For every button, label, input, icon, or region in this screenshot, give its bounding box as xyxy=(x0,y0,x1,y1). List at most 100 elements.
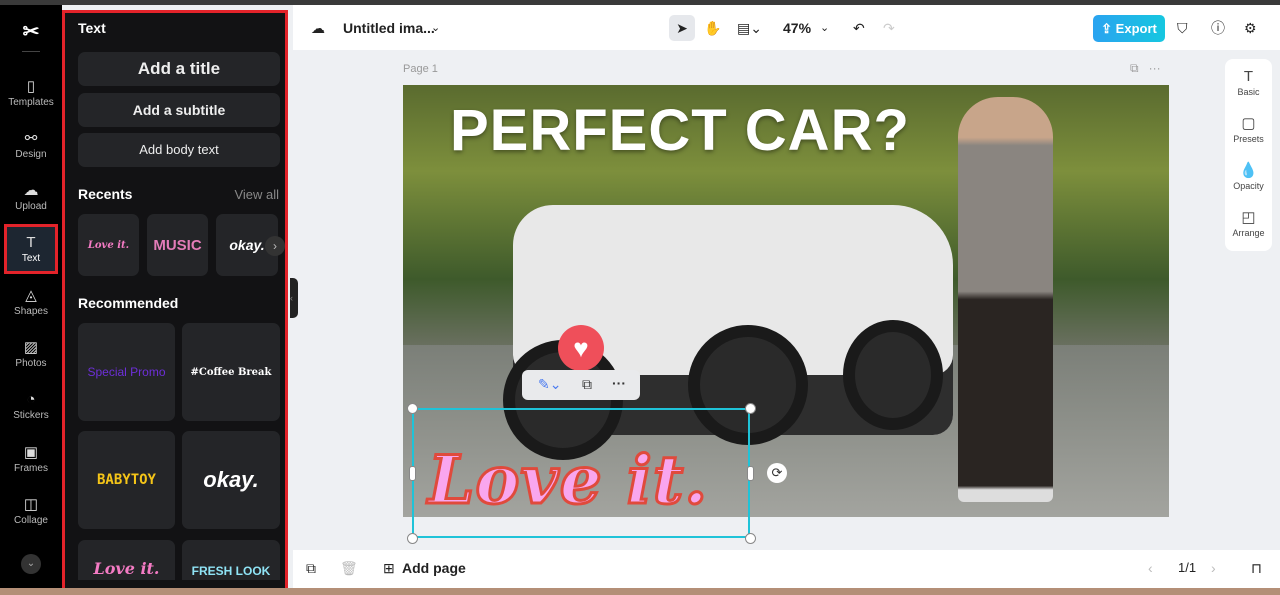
upload-icon: ☁ xyxy=(23,182,39,199)
rail-label: Frames xyxy=(14,463,48,474)
chevron-down-icon[interactable]: ⌄ xyxy=(431,15,440,41)
frames-icon: ▣ xyxy=(23,444,39,461)
duplicate-page-icon[interactable]: ⧉ xyxy=(1130,61,1139,75)
resize-handle[interactable] xyxy=(745,533,756,544)
rail-label: Collage xyxy=(14,515,48,526)
settings-icon[interactable]: ⚙ xyxy=(1244,15,1257,41)
collage-icon: ◫ xyxy=(23,496,39,513)
layout-icon[interactable]: ▤⌄ xyxy=(737,15,762,41)
heart-icon[interactable]: ♥ xyxy=(558,325,604,371)
label: Arrange xyxy=(1232,228,1265,238)
more-icon[interactable]: ··· xyxy=(612,375,626,391)
taskbar-strip xyxy=(0,588,1280,595)
rail-label: Text xyxy=(21,253,41,264)
recommended-item[interactable]: FRESH LOOK xyxy=(182,540,280,580)
add-page-button[interactable]: Add page xyxy=(402,559,466,577)
presets-button[interactable]: ▢ Presets xyxy=(1225,114,1272,144)
rail-item-templates[interactable]: ▯ Templates xyxy=(4,71,58,119)
view-all-link[interactable]: View all xyxy=(234,187,279,202)
hand-tool-icon[interactable]: ✋ xyxy=(704,15,721,41)
headline-text[interactable]: PERFECT CAR? xyxy=(450,97,910,164)
add-page-icon[interactable]: ⊞ xyxy=(383,559,395,577)
selection-box[interactable] xyxy=(412,408,750,538)
opacity-button[interactable]: 💧 Opacity xyxy=(1225,161,1272,191)
chevron-down-icon[interactable]: ⌄ xyxy=(820,15,829,41)
rail-item-design[interactable]: ⚯ Design xyxy=(4,123,58,171)
rail-item-shapes[interactable]: ◬ Shapes xyxy=(4,280,58,328)
recommended-heading: Recommended xyxy=(78,295,179,311)
left-rail: ✂ ▯ Templates ⚯ Design ☁ Upload T Text ◬ Shap… xyxy=(0,5,62,588)
resize-handle[interactable] xyxy=(409,466,416,481)
top-toolbar: ☁ Untitled ima... ⌄ ➤ ✋ ▤⌄ 47% ⌄ ↶ ↷ ⇪ E… xyxy=(293,5,1280,50)
rail-item-collage[interactable]: ◫ Collage xyxy=(4,489,58,537)
basic-button[interactable]: T Basic xyxy=(1225,67,1272,97)
resize-handle[interactable] xyxy=(407,403,418,414)
shapes-icon: ◬ xyxy=(25,287,37,304)
label: Basic xyxy=(1237,87,1260,97)
design-icon: ⚯ xyxy=(24,130,38,147)
resize-handle[interactable] xyxy=(407,533,418,544)
undo-icon[interactable]: ↶ xyxy=(853,15,865,41)
rail-label: Design xyxy=(15,149,47,160)
rail-item-photos[interactable]: ▨ Photos xyxy=(4,332,58,380)
add-subtitle-button[interactable]: Add a subtitle xyxy=(78,93,280,127)
more-icon[interactable]: ··· xyxy=(1149,61,1161,75)
bottom-bar: ⧉ 🗑 ⊞ Add page ‹ 1/1 › ⊓ xyxy=(293,550,1280,588)
rail-item-text[interactable]: T Text xyxy=(4,224,58,274)
recommended-item[interactable]: #Coffee Break xyxy=(182,323,280,421)
capcut-logo[interactable]: ✂ xyxy=(18,19,44,43)
page-actions: ⧉ ··· xyxy=(1130,61,1161,76)
panel-title: Text xyxy=(78,20,106,36)
collapse-panel-handle[interactable]: ‹ xyxy=(290,278,298,318)
recents-heading: Recents xyxy=(78,186,133,202)
rail-item-upload[interactable]: ☁ Upload xyxy=(4,175,58,223)
recommended-item[interactable]: Love it. xyxy=(78,540,175,580)
arrange-icon: ◰ xyxy=(1241,209,1256,226)
magic-edit-icon[interactable]: ✎⌄ xyxy=(538,376,561,393)
zoom-level[interactable]: 47% xyxy=(783,15,811,41)
text-icon: T xyxy=(26,234,36,251)
trash-icon[interactable]: 🗑 xyxy=(340,559,358,577)
help-icon[interactable]: ⓘ xyxy=(1211,15,1225,41)
rail-label: Stickers xyxy=(13,410,49,421)
page-layers-icon[interactable]: ⧉ xyxy=(306,559,316,577)
recent-item[interactable]: MUSIC xyxy=(147,214,208,276)
chevron-down-icon[interactable]: ⌄ xyxy=(21,554,41,574)
resize-handle[interactable] xyxy=(745,403,756,414)
presets-icon: ▢ xyxy=(1241,115,1256,132)
select-tool-icon[interactable]: ➤ xyxy=(669,15,695,41)
wheel xyxy=(843,320,943,430)
chevron-right-icon[interactable]: › xyxy=(265,236,285,256)
recommended-item[interactable]: BABYTOY xyxy=(78,431,175,529)
shield-icon[interactable]: ⛉ xyxy=(1177,15,1188,41)
rail-item-frames[interactable]: ▣ Frames xyxy=(4,437,58,485)
rail-item-stickers[interactable]: ◔ Stickers xyxy=(4,384,58,432)
label: Opacity xyxy=(1233,181,1264,191)
resize-handle[interactable] xyxy=(747,466,754,481)
templates-icon: ▯ xyxy=(26,78,36,95)
add-body-text-button[interactable]: Add body text xyxy=(78,133,280,167)
export-button[interactable]: ⇪ Export xyxy=(1093,15,1165,42)
rail-label: Templates xyxy=(8,97,54,108)
page-counter: 1/1 xyxy=(1178,560,1197,575)
rotate-icon[interactable]: ⟳ xyxy=(767,463,787,483)
recommended-item[interactable]: okay. xyxy=(182,431,280,529)
redo-icon[interactable]: ↷ xyxy=(883,15,895,41)
stickers-icon: ◔ xyxy=(26,391,36,408)
floating-toolbar: ✎⌄ ⧉ ··· xyxy=(522,370,640,400)
pages-panel-icon[interactable]: ⊓ xyxy=(1251,559,1262,577)
duplicate-icon[interactable]: ⧉ xyxy=(582,376,592,393)
divider xyxy=(22,51,40,52)
document-title[interactable]: Untitled ima... xyxy=(343,15,435,41)
prev-page-icon[interactable]: ‹ xyxy=(1148,559,1153,577)
arrange-button[interactable]: ◰ Arrange xyxy=(1225,208,1272,238)
label: Presets xyxy=(1233,134,1264,144)
recent-item[interactable]: Love it. xyxy=(78,214,139,276)
add-title-button[interactable]: Add a title xyxy=(78,52,280,86)
export-label: Export xyxy=(1115,21,1157,36)
export-icon: ⇪ xyxy=(1101,21,1116,36)
recommended-item[interactable]: Special Promo xyxy=(78,323,175,421)
person-image xyxy=(958,97,1053,502)
cloud-icon: ☁ xyxy=(311,20,325,36)
next-page-icon[interactable]: › xyxy=(1211,559,1216,577)
